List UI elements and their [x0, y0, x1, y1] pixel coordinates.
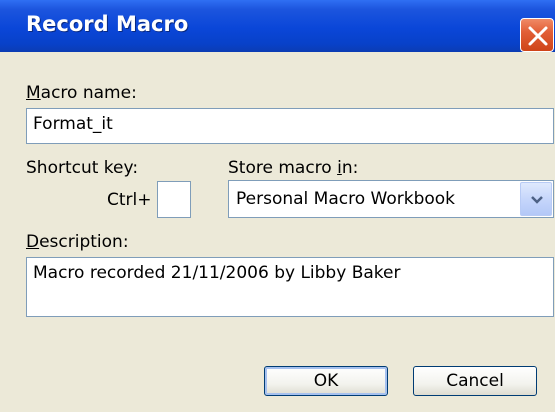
close-button[interactable]: [520, 18, 554, 52]
macro-name-label: Macro name:: [26, 83, 137, 103]
store-macro-selected: Personal Macro Workbook: [236, 189, 456, 209]
store-macro-select[interactable]: Personal Macro Workbook: [228, 180, 554, 218]
title-bar[interactable]: Record Macro: [0, 0, 555, 52]
macro-name-value: Format_it: [33, 114, 113, 134]
description-input[interactable]: Macro recorded 21/11/2006 by Libby Baker: [26, 257, 554, 317]
chevron-down-icon: [531, 196, 543, 204]
close-icon: [528, 26, 548, 46]
shortcut-key-label: Shortcut key:: [26, 158, 139, 178]
description-label: Description:: [26, 232, 129, 252]
ok-button[interactable]: OK: [264, 366, 388, 396]
store-macro-label: Store macro in:: [228, 158, 359, 178]
dropdown-button[interactable]: [520, 182, 552, 216]
description-value: Macro recorded 21/11/2006 by Libby Baker: [33, 263, 401, 283]
cancel-button[interactable]: Cancel: [413, 366, 537, 396]
shortcut-key-input[interactable]: [157, 181, 191, 218]
record-macro-dialog: Record Macro Macro name: Format_it Short…: [0, 0, 555, 412]
macro-name-input[interactable]: Format_it: [26, 108, 554, 144]
dialog-title: Record Macro: [26, 12, 189, 36]
ctrl-prefix: Ctrl+: [107, 190, 152, 210]
